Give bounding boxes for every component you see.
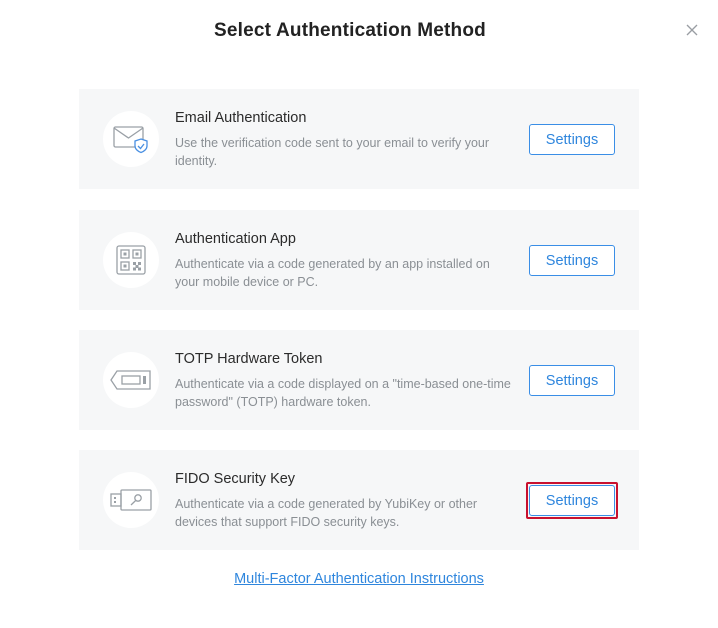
email-settings-button[interactable]: Settings — [529, 124, 615, 155]
method-title: FIDO Security Key — [175, 471, 296, 487]
security-key-icon — [110, 489, 152, 511]
method-card-email: Email Authentication Use the verificatio… — [79, 89, 639, 189]
dialog-title: Select Authentication Method — [214, 20, 486, 41]
method-icon-wrap — [103, 472, 159, 528]
method-card-totp-token: TOTP Hardware Token Authenticate via a c… — [79, 330, 639, 430]
method-card-auth-app: Authentication App Authenticate via a co… — [79, 210, 639, 310]
method-title: Authentication App — [175, 231, 296, 247]
totp-settings-button[interactable]: Settings — [529, 365, 615, 396]
hardware-token-icon — [110, 370, 151, 390]
close-button[interactable] — [684, 22, 700, 38]
method-icon-wrap — [103, 352, 159, 408]
close-icon — [686, 24, 698, 36]
auth-app-settings-button[interactable]: Settings — [529, 245, 615, 276]
method-title: TOTP Hardware Token — [175, 351, 323, 367]
email-shield-icon — [113, 126, 148, 154]
method-description: Authenticate via a code generated by an … — [175, 257, 490, 289]
qr-code-icon — [116, 245, 146, 275]
method-icon-wrap — [103, 111, 159, 167]
fido-settings-button[interactable]: Settings — [529, 485, 615, 516]
method-description: Use the verification code sent to your e… — [175, 136, 490, 168]
method-title: Email Authentication — [175, 110, 307, 126]
method-icon-wrap — [103, 232, 159, 288]
method-card-fido-key: FIDO Security Key Authenticate via a cod… — [79, 450, 639, 550]
mfa-instructions-link[interactable]: Multi-Factor Authentication Instructions — [0, 571, 718, 587]
auth-method-dialog: Select Authentication Method Email Authe… — [0, 0, 718, 628]
method-description: Authenticate via a code displayed on a "… — [175, 377, 511, 409]
method-description: Authenticate via a code generated by Yub… — [175, 497, 478, 529]
